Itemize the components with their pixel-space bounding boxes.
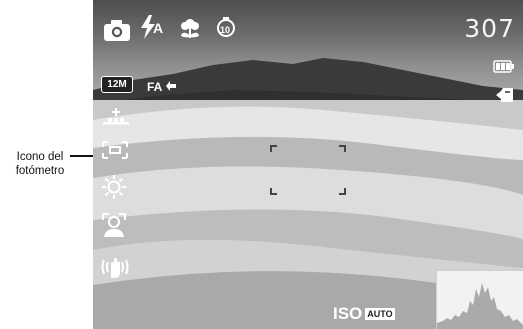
histogram xyxy=(436,270,523,329)
exposure-compensation-icon xyxy=(103,108,129,125)
focus-assist-symbol-icon xyxy=(166,81,177,91)
face-detection-icon xyxy=(102,213,126,237)
metering-icon[interactable] xyxy=(101,140,129,160)
focus-assist-label: FA xyxy=(147,80,162,94)
iso-label: ISO xyxy=(333,304,363,323)
camera-mode-icon xyxy=(104,20,130,41)
self-timer-10s-icon: 10 xyxy=(217,17,235,37)
callout-line-1: Icono del xyxy=(16,151,64,163)
storage-card-icon xyxy=(496,88,513,102)
histogram-graph xyxy=(437,283,523,329)
iso-indicator: ISO AUTO xyxy=(333,304,395,324)
svg-text:10: 10 xyxy=(220,25,230,35)
anti-shake-icon xyxy=(101,258,129,278)
shots-remaining: 307 xyxy=(464,14,515,43)
focus-assist-icon xyxy=(135,80,147,94)
macro-icon xyxy=(181,19,199,38)
white-balance-icon xyxy=(102,175,126,199)
metering-callout-label: Icono del fotómetro xyxy=(4,150,76,178)
focus-assist-text: FA xyxy=(147,80,177,94)
callout-line-2: fotómetro xyxy=(15,165,65,177)
camera-lcd-screen: A 10 307 12M FA ISO AUTO xyxy=(93,0,523,329)
flash-mode-text: A xyxy=(153,20,164,36)
battery-icon xyxy=(493,60,514,73)
iso-value: AUTO xyxy=(365,308,395,320)
focus-frame xyxy=(270,145,346,195)
resolution-icon: 12M xyxy=(101,76,133,93)
